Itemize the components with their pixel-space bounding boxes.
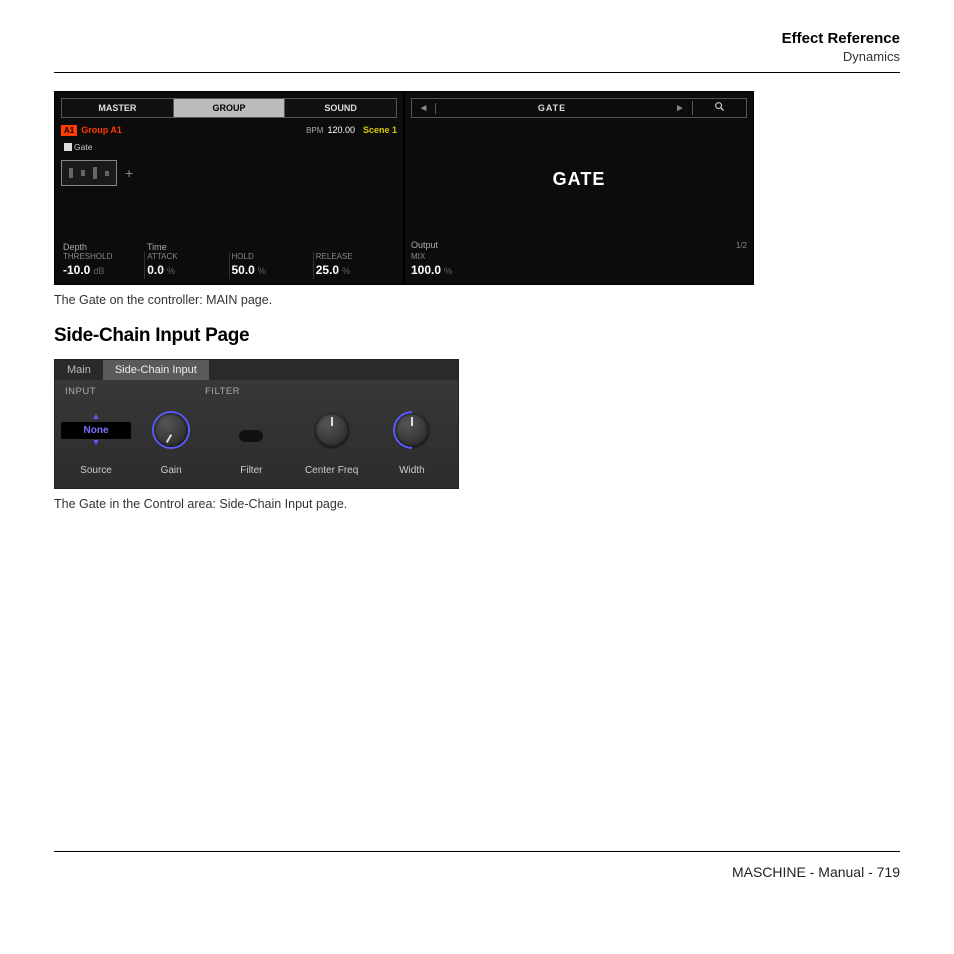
output-section-label: Output <box>411 240 736 250</box>
sc-header-filter: FILTER <box>205 386 448 397</box>
row-label-time: Time <box>145 240 229 252</box>
add-slot-button[interactable]: + <box>125 165 133 181</box>
page-header-title: Effect Reference <box>54 30 900 47</box>
param-threshold[interactable]: -10.0dB <box>61 261 144 279</box>
page-footer: MASCHINE - Manual - 719 <box>54 864 900 880</box>
param-label-threshold: THRESHOLD <box>61 252 144 261</box>
label-gain: Gain <box>131 465 211 476</box>
param-label-release: RELEASE <box>313 252 397 261</box>
scene-label: Scene 1 <box>363 125 397 135</box>
group-badge: A1 <box>61 125 77 136</box>
header-rule <box>54 72 900 73</box>
param-mix[interactable]: 100.0% <box>411 261 747 279</box>
source-value: None <box>61 422 131 439</box>
param-label-hold: HOLD <box>229 252 313 261</box>
mix-label: MIX <box>411 252 747 261</box>
gate-title: GATE <box>405 118 753 240</box>
controller-caption: The Gate on the controller: MAIN page. <box>54 293 900 307</box>
param-hold[interactable]: 50.0% <box>229 261 313 279</box>
controller-right-screen: ◄ GATE ► GATE Output 1/2 MIX 100.0% <box>405 92 753 284</box>
arrow-down-icon: ▼ <box>61 439 131 446</box>
arrow-up-icon: ▲ <box>61 413 131 420</box>
row-label-depth: Depth <box>61 240 145 252</box>
nav-prev-icon[interactable]: ◄ <box>412 103 436 114</box>
slot-label: Gate <box>64 142 397 152</box>
footer-rule <box>54 851 900 852</box>
nav-next-icon[interactable]: ► <box>668 103 692 114</box>
section-heading: Side-Chain Input Page <box>54 325 900 347</box>
nav-title: GATE <box>436 103 668 113</box>
sc-tab-main[interactable]: Main <box>55 360 103 380</box>
tab-sound[interactable]: SOUND <box>285 99 396 117</box>
sidechain-panel: Main Side-Chain Input INPUT FILTER ▲ Non… <box>54 359 459 489</box>
effect-slot-gate[interactable] <box>61 160 117 186</box>
sidechain-caption: The Gate in the Control area: Side-Chain… <box>54 497 900 511</box>
page-indicator: 1/2 <box>736 241 747 250</box>
param-label-attack: ATTACK <box>144 252 228 261</box>
search-icon[interactable] <box>692 101 746 115</box>
slot-enable-icon <box>64 143 72 151</box>
bpm-value: 120.00 <box>327 125 355 135</box>
label-width: Width <box>372 465 452 476</box>
tab-master[interactable]: MASTER <box>62 99 174 117</box>
sc-header-input: INPUT <box>65 386 205 397</box>
sc-tab-sidechain[interactable]: Side-Chain Input <box>103 360 209 380</box>
controller-screenshot: MASTER GROUP SOUND A1 Group A1 BPM 120.0… <box>54 91 754 285</box>
label-source: Source <box>61 465 131 476</box>
label-filter: Filter <box>211 465 291 476</box>
param-release[interactable]: 25.0% <box>313 261 397 279</box>
gain-knob[interactable] <box>131 413 211 447</box>
source-selector[interactable]: ▲ None ▼ <box>61 413 131 448</box>
label-centerfreq: Center Freq <box>292 465 372 476</box>
tab-group[interactable]: GROUP <box>174 99 286 117</box>
controller-left-screen: MASTER GROUP SOUND A1 Group A1 BPM 120.0… <box>55 92 403 284</box>
bpm-label: BPM <box>306 126 323 135</box>
width-knob[interactable] <box>372 413 452 447</box>
page-header-sub: Dynamics <box>54 49 900 64</box>
magnifier-icon <box>714 101 725 112</box>
centerfreq-knob[interactable] <box>292 413 372 447</box>
tab-row: MASTER GROUP SOUND <box>61 98 397 118</box>
param-attack[interactable]: 0.0% <box>144 261 228 279</box>
filter-switch[interactable] <box>211 418 291 442</box>
group-name: Group A1 <box>81 125 122 135</box>
